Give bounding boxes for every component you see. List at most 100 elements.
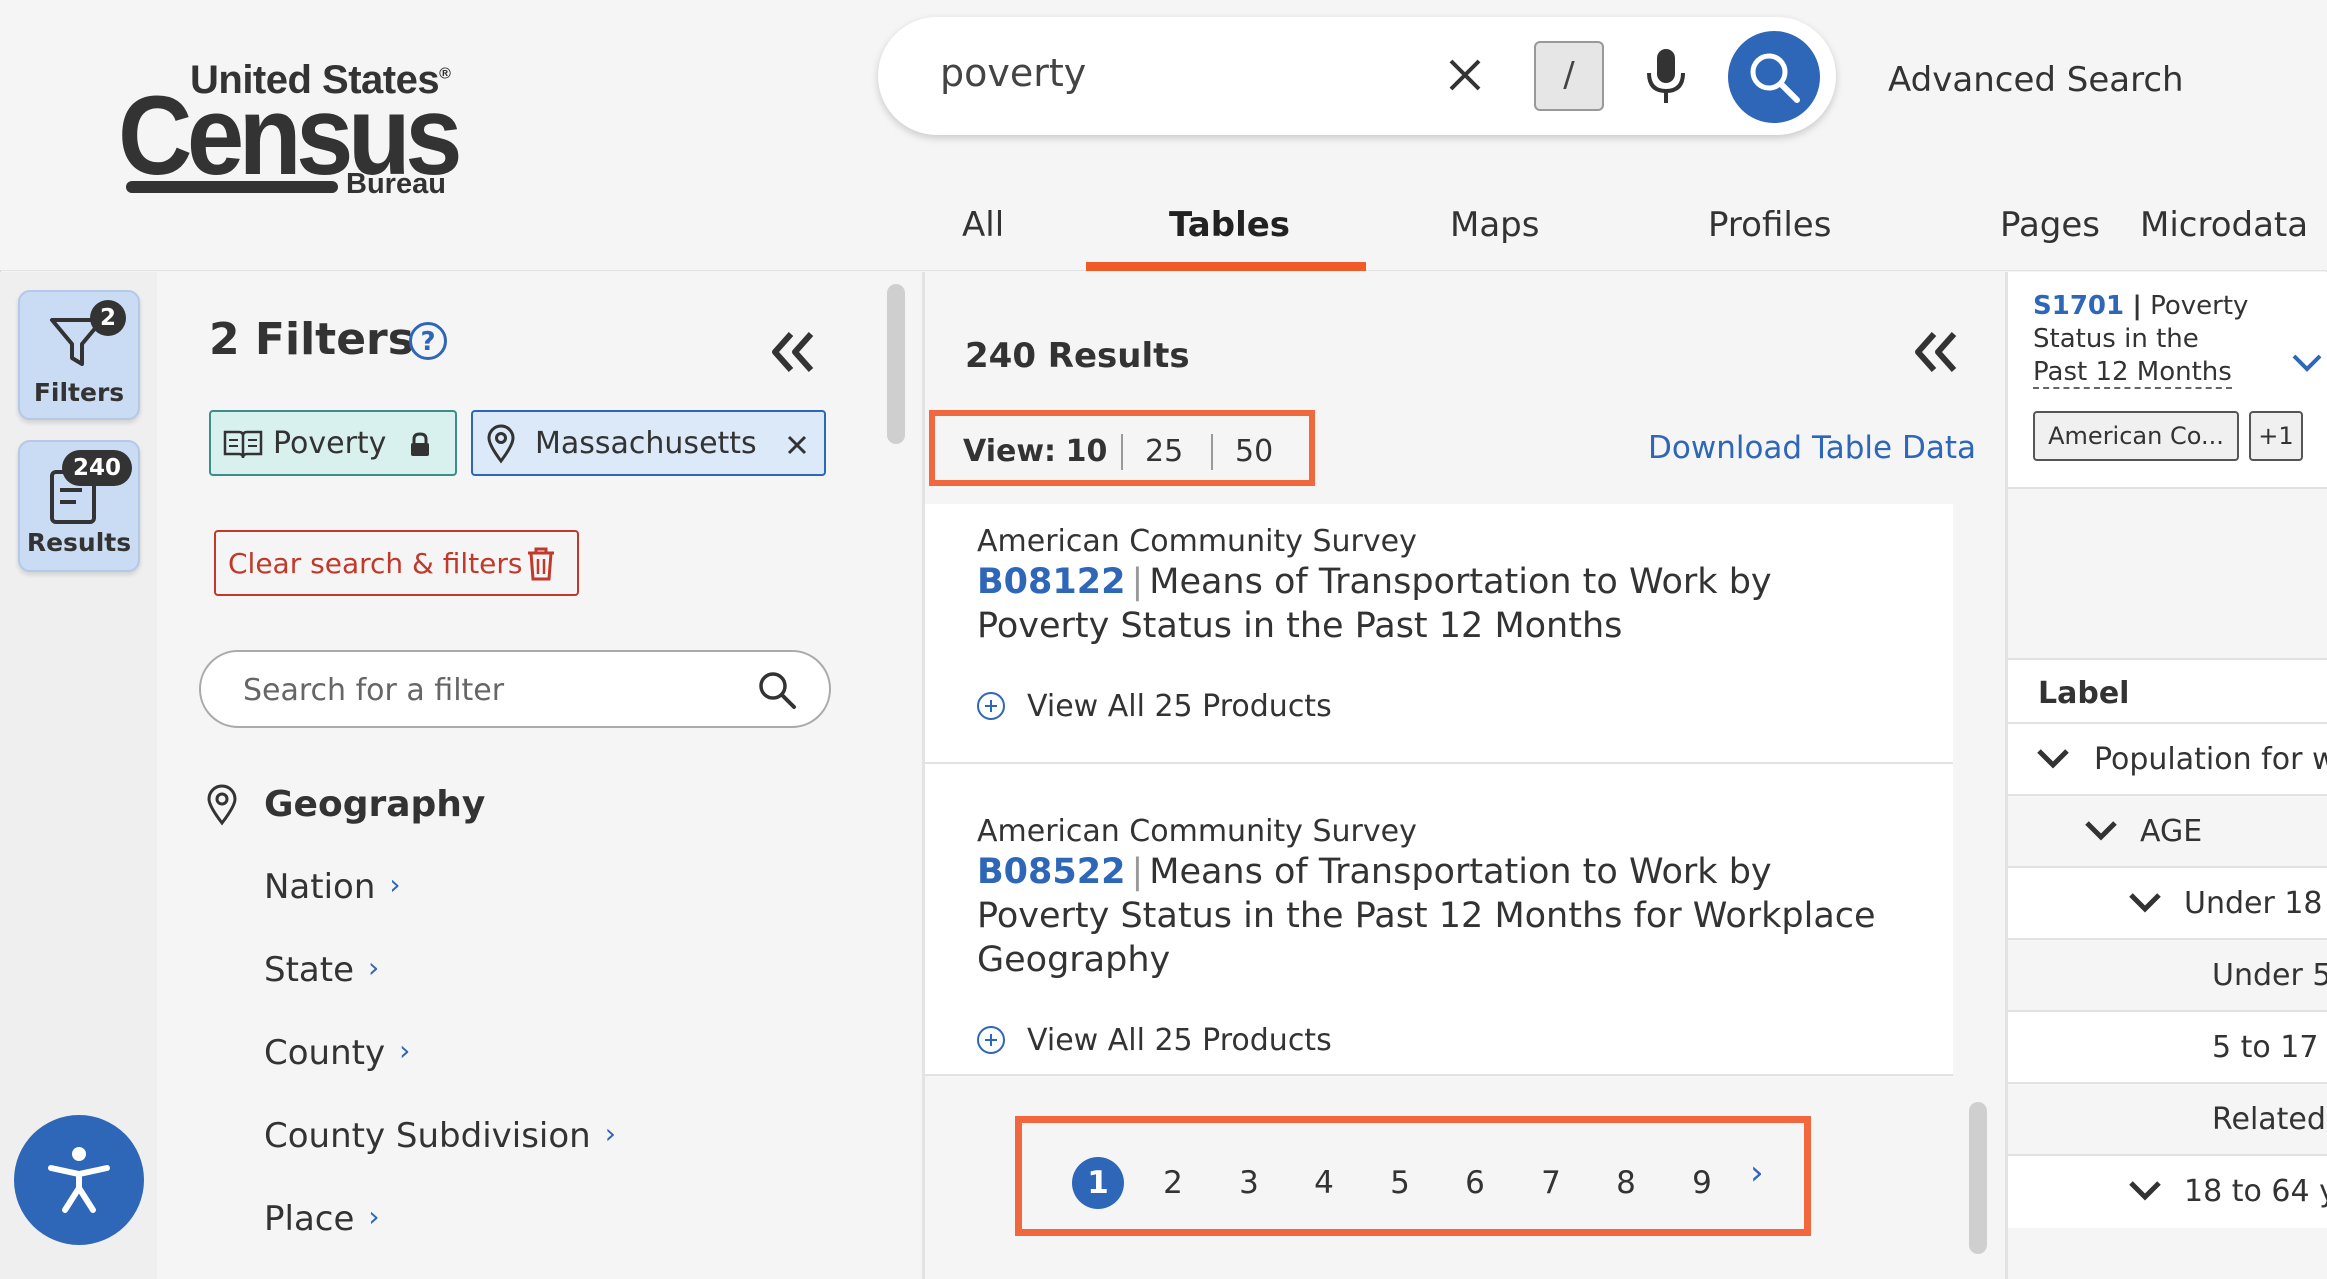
chevron-down-icon[interactable]: [2084, 820, 2118, 842]
page-5[interactable]: 5: [1374, 1157, 1426, 1209]
preview-title: S1701 | Poverty Status in the Past 12 Mont…: [2033, 291, 2249, 389]
help-icon[interactable]: ?: [409, 322, 447, 360]
geo-item-label: County Subdivision: [264, 1116, 591, 1156]
page-7[interactable]: 7: [1525, 1157, 1577, 1209]
filters-panel: 2 Filters ? Poverty Massachusetts Clear …: [157, 272, 922, 1279]
tab-microdata[interactable]: Microdata: [2140, 205, 2308, 245]
view-option-50[interactable]: 50: [1235, 434, 1273, 469]
tab-maps[interactable]: Maps: [1450, 205, 1539, 245]
collapse-results-icon[interactable]: [1912, 330, 1960, 374]
row-label: 18 to 64 y: [2184, 1174, 2327, 1209]
next-page-icon[interactable]: ›: [1750, 1153, 1764, 1193]
remove-filter-icon[interactable]: [786, 434, 808, 456]
download-table-data-link[interactable]: Download Table Data: [1648, 430, 1976, 466]
geo-item-nation[interactable]: Nation ›: [264, 867, 401, 907]
chevron-down-icon[interactable]: [2036, 748, 2070, 770]
geography-heading: Geography: [264, 784, 486, 825]
census-logo[interactable]: United States® Census Bureau: [118, 58, 468, 204]
site-header: United States® Census Bureau poverty / A…: [0, 0, 2327, 271]
logo-line-3: Bureau: [346, 168, 446, 200]
accessibility-button[interactable]: [14, 1115, 144, 1245]
lock-icon: [411, 432, 429, 456]
table-row[interactable]: Under 5: [2008, 938, 2327, 1012]
tab-pages[interactable]: Pages: [2000, 205, 2100, 245]
plus-circle-icon: [977, 1026, 1005, 1054]
plus-circle-icon: [977, 692, 1005, 720]
page-2[interactable]: 2: [1147, 1157, 1199, 1209]
page-1[interactable]: 1: [1072, 1157, 1124, 1209]
page-8[interactable]: 8: [1600, 1157, 1652, 1209]
page-9[interactable]: 9: [1676, 1157, 1728, 1209]
keyboard-shortcut-key: /: [1534, 41, 1604, 111]
view-option-10[interactable]: 10: [1066, 434, 1108, 469]
results-rail-label: Results: [26, 528, 132, 557]
table-row[interactable]: Under 18 y: [2008, 866, 2327, 940]
chevron-right-icon: ›: [399, 1034, 411, 1067]
result-title[interactable]: B08522 | Means of Transportation to Work b…: [977, 850, 1907, 982]
table-row[interactable]: Related: [2008, 1082, 2327, 1156]
geo-item-county[interactable]: County ›: [264, 1033, 410, 1073]
page-4[interactable]: 4: [1298, 1157, 1350, 1209]
table-row[interactable]: 5 to 17 y: [2008, 1010, 2327, 1084]
filter-chip-poverty[interactable]: Poverty: [209, 410, 457, 476]
view-products-link[interactable]: View All 25 Products: [977, 688, 1332, 724]
row-label: Population for w: [2094, 742, 2327, 777]
microphone-icon[interactable]: [1643, 47, 1689, 105]
view-option-25[interactable]: 25: [1145, 434, 1183, 469]
results-rail-button[interactable]: 240 Results: [18, 440, 140, 572]
collapse-filters-icon[interactable]: [769, 330, 817, 374]
preview-code[interactable]: S1701: [2033, 291, 2124, 321]
chevron-down-icon[interactable]: [2291, 352, 2323, 374]
search-icon: [1750, 53, 1800, 103]
chevron-down-icon[interactable]: [2128, 892, 2162, 914]
table-row[interactable]: AGE: [2008, 794, 2327, 868]
row-label: Under 5: [2212, 958, 2327, 993]
page-6[interactable]: 6: [1449, 1157, 1501, 1209]
tab-all[interactable]: All: [962, 205, 1004, 245]
pagination: 1 2 3 4 5 6 7 8 9 ›: [1015, 1116, 1811, 1236]
geo-item-state[interactable]: State ›: [264, 950, 379, 990]
results-count-badge: 240: [62, 450, 132, 486]
result-title[interactable]: B08122 | Means of Transportation to Work b…: [977, 560, 1907, 648]
tab-profiles[interactable]: Profiles: [1708, 205, 1831, 245]
search-button[interactable]: [1728, 31, 1820, 123]
active-tab-indicator: [1086, 262, 1366, 271]
preview-more-chip[interactable]: +1: [2249, 411, 2303, 461]
geo-item-place[interactable]: Place ›: [264, 1199, 380, 1239]
page-3[interactable]: 3: [1223, 1157, 1275, 1209]
result-card[interactable]: American Community Survey B08522 | Means o…: [925, 764, 1953, 1076]
clear-search-icon[interactable]: [1443, 53, 1487, 97]
results-scrollbar[interactable]: [1969, 1102, 1987, 1254]
results-count: 240 Results: [965, 336, 1190, 376]
view-products-link[interactable]: View All 25 Products: [977, 1022, 1332, 1058]
filters-rail-button[interactable]: 2 Filters: [18, 290, 140, 420]
chevron-right-icon: ›: [389, 868, 401, 901]
table-row[interactable]: 18 to 64 y: [2008, 1154, 2327, 1228]
location-pin-icon: [487, 424, 515, 464]
table-row[interactable]: Population for w: [2008, 722, 2327, 796]
location-pin-icon: [207, 784, 237, 826]
preview-survey-chip[interactable]: American Co...: [2033, 411, 2239, 461]
chevron-right-icon: ›: [368, 951, 380, 984]
tab-tables[interactable]: Tables: [1169, 205, 1290, 245]
filters-scrollbar[interactable]: [887, 284, 905, 444]
search-icon[interactable]: [757, 670, 797, 710]
geo-item-label: State: [264, 950, 354, 990]
row-label: Related: [2212, 1102, 2326, 1137]
result-code[interactable]: B08522: [977, 852, 1125, 892]
result-card[interactable]: American Community Survey B08122 | Means o…: [925, 504, 1953, 764]
chevron-down-icon[interactable]: [2128, 1180, 2162, 1202]
clear-search-filters-button[interactable]: Clear search & filters: [214, 530, 579, 596]
geo-item-label: Place: [264, 1199, 355, 1239]
clear-button-label: Clear search & filters: [228, 547, 523, 580]
search-bar: poverty /: [878, 17, 1836, 135]
filter-chip-massachusetts[interactable]: Massachusetts: [471, 410, 826, 476]
filter-search-input[interactable]: [241, 670, 745, 710]
advanced-search-link[interactable]: Advanced Search: [1888, 60, 2184, 100]
filters-count-badge: 2: [90, 300, 126, 336]
trash-icon: [528, 547, 554, 581]
geo-item-county-subdivision[interactable]: County Subdivision ›: [264, 1116, 616, 1156]
view-separator: [1121, 434, 1123, 470]
search-input[interactable]: poverty: [940, 51, 1086, 95]
result-code[interactable]: B08122: [977, 562, 1125, 602]
